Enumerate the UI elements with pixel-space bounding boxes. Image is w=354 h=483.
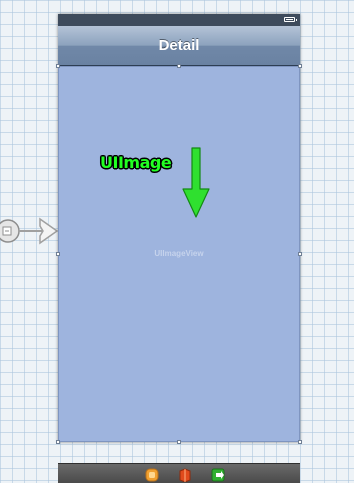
resize-handle-bottom-left[interactable]	[56, 440, 60, 444]
view-controller-icon[interactable]	[178, 468, 192, 482]
storyboard-canvas[interactable]: Detail UIImageView UIImage	[0, 0, 354, 483]
resize-handle-left[interactable]	[56, 252, 60, 256]
resize-handle-top-left[interactable]	[56, 64, 60, 68]
resize-handle-bottom[interactable]	[177, 440, 181, 444]
initial-scene-arrow-icon[interactable]	[0, 216, 60, 246]
detail-scene[interactable]: Detail UIImageView	[56, 14, 302, 444]
image-view[interactable]: UIImageView	[58, 66, 300, 442]
arrow-down-icon	[182, 147, 210, 218]
resize-handle-bottom-right[interactable]	[298, 440, 302, 444]
resize-handle-right[interactable]	[298, 252, 302, 256]
image-view-label: UIImageView	[154, 249, 204, 258]
resize-handle-top-right[interactable]	[298, 64, 302, 68]
navigation-bar[interactable]: Detail	[58, 26, 300, 66]
battery-icon	[284, 17, 297, 22]
status-bar	[58, 14, 300, 26]
resize-handle-top[interactable]	[177, 64, 181, 68]
first-responder-icon[interactable]	[145, 468, 159, 482]
scene-dock	[58, 463, 300, 483]
exit-icon[interactable]	[211, 468, 225, 482]
annotation-label: UIImage	[100, 153, 172, 172]
nav-title: Detail	[158, 37, 200, 54]
